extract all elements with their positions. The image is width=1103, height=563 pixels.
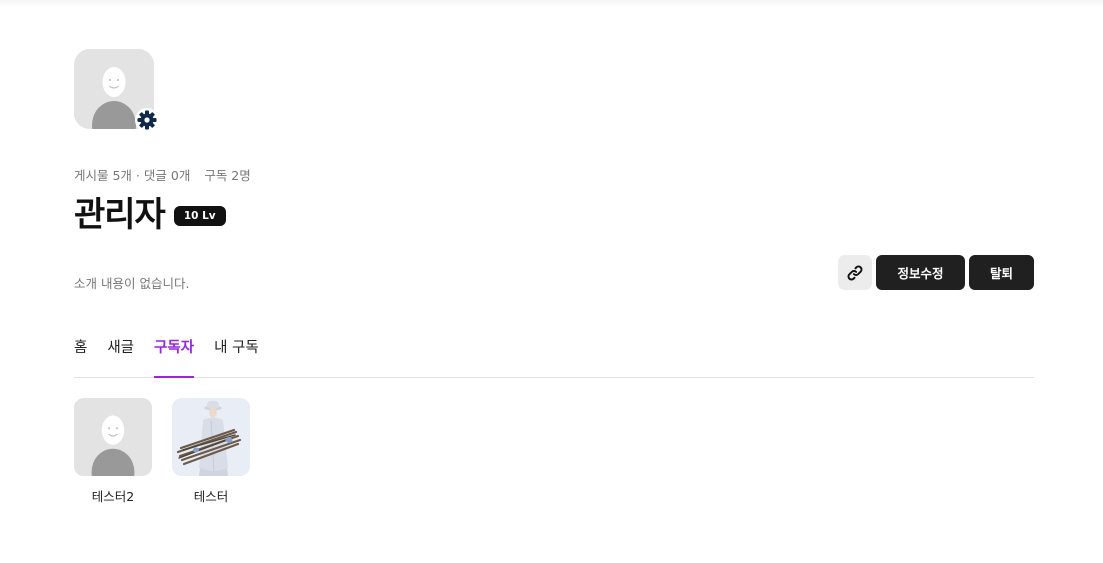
- tab-new-posts[interactable]: 새글: [107, 330, 134, 377]
- profile-page: 게시물 5개 · 댓글 0개 구독 2명 관리자 10 Lv 소개 내용이 없습…: [74, 0, 1034, 563]
- level-badge: 10 Lv: [173, 206, 226, 226]
- profile-name: 관리자: [74, 195, 166, 235]
- person-photo-icon: [172, 398, 250, 476]
- link-icon: [847, 265, 863, 280]
- stats-separator: ·: [135, 168, 140, 183]
- gear-icon: [137, 110, 157, 130]
- subscriber-item[interactable]: 테스터: [172, 398, 250, 505]
- subscriber-avatar[interactable]: [74, 398, 152, 476]
- profile-name-row: 관리자 10 Lv: [74, 193, 226, 237]
- subscriber-name[interactable]: 테스터: [194, 486, 229, 505]
- copy-link-button[interactable]: [838, 255, 872, 290]
- default-avatar-icon: [74, 398, 152, 476]
- tab-subscribers[interactable]: 구독자: [154, 330, 195, 378]
- subscriber-name[interactable]: 테스터2: [92, 486, 134, 505]
- profile-stats: 게시물 5개 · 댓글 0개 구독 2명: [74, 165, 251, 184]
- settings-button[interactable]: [135, 108, 159, 132]
- subscriber-list: 테스터2 테스터: [74, 398, 250, 505]
- profile-tabs: 홈 새글 구독자 내 구독: [74, 330, 1034, 378]
- edit-profile-button[interactable]: 정보수정: [876, 255, 965, 290]
- subscriber-item[interactable]: 테스터2: [74, 398, 152, 505]
- profile-actions: 정보수정 탈퇴: [838, 255, 1034, 290]
- tab-home[interactable]: 홈: [74, 330, 87, 377]
- post-count: 게시물 5개: [74, 168, 132, 183]
- subscriber-avatar[interactable]: [172, 398, 250, 476]
- withdraw-button[interactable]: 탈퇴: [969, 255, 1034, 290]
- subscriber-count: 구독 2명: [204, 168, 251, 183]
- comment-count: 댓글 0개: [143, 168, 191, 183]
- tab-my-subscriptions[interactable]: 내 구독: [214, 330, 259, 377]
- profile-intro: 소개 내용이 없습니다.: [74, 276, 190, 291]
